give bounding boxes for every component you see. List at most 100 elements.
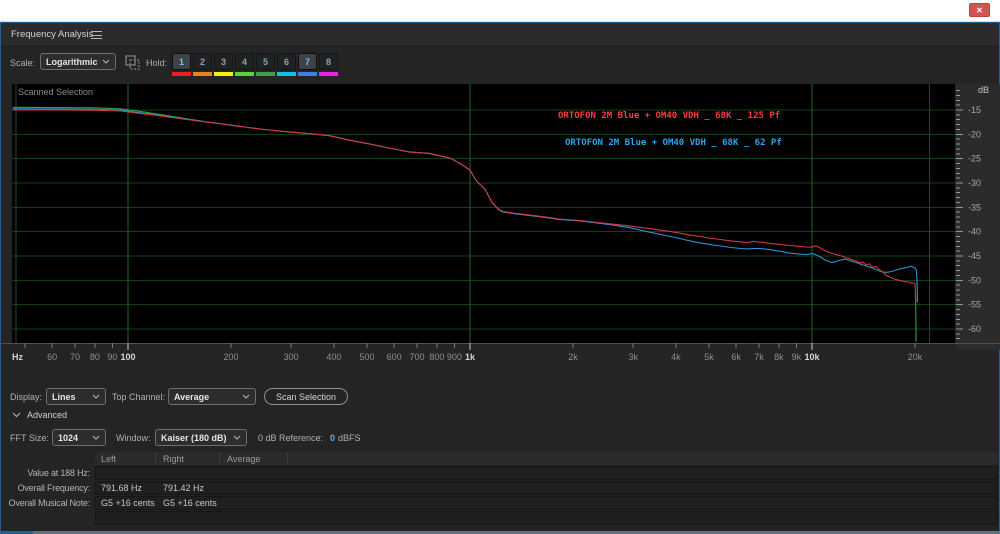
- svg-text:-20: -20: [968, 129, 981, 139]
- legend-entry-1: ORTOFON 2M Blue + OM40 VDH _ 68K _ 125 P…: [558, 111, 780, 121]
- legend-entry-2: ORTOFON 2M Blue + OM40 VDH _ 68K _ 62 Pf: [565, 138, 782, 148]
- svg-text:600: 600: [387, 352, 402, 362]
- hold-button-3[interactable]: 3: [214, 53, 233, 76]
- svg-text:1k: 1k: [465, 352, 476, 362]
- svg-text:400: 400: [326, 352, 341, 362]
- scale-label: Scale:: [10, 58, 35, 68]
- fft-size-value: 1024: [58, 433, 78, 443]
- hold-number: 6: [277, 53, 296, 70]
- svg-text:300: 300: [284, 352, 299, 362]
- hold-label: Hold:: [146, 58, 167, 68]
- close-button[interactable]: ✕: [969, 3, 990, 17]
- svg-text:-25: -25: [968, 154, 981, 164]
- window-label: Window:: [116, 433, 151, 443]
- hold-color-swatch: [256, 72, 275, 76]
- hold-number: 3: [214, 53, 233, 70]
- db-axis-ruler: dB-15-20-25-30-35-40-45-50-55-60: [956, 84, 1000, 350]
- svg-text:500: 500: [359, 352, 374, 362]
- svg-text:100: 100: [120, 352, 135, 362]
- svg-text:-50: -50: [968, 275, 981, 285]
- table-row-label: Overall Musical Note:: [0, 498, 90, 508]
- hold-button-2[interactable]: 2: [193, 53, 212, 76]
- svg-text:2k: 2k: [568, 352, 578, 362]
- display-label: Display:: [10, 392, 42, 402]
- svg-text:3k: 3k: [628, 352, 638, 362]
- svg-text:-30: -30: [968, 178, 981, 188]
- chevron-down-icon: [233, 435, 241, 440]
- scale-value: Logarithmic: [46, 57, 98, 67]
- col-header-right: Right: [163, 454, 184, 464]
- panel-menu-icon[interactable]: [91, 31, 102, 39]
- table-cell-value: 791.42 Hz: [163, 483, 204, 493]
- svg-text:7k: 7k: [754, 352, 764, 362]
- hold-number: 8: [319, 53, 338, 70]
- scanned-selection-label: Scanned Selection: [18, 87, 93, 97]
- hold-number: 5: [256, 53, 275, 70]
- top-channel-value: Average: [174, 392, 209, 402]
- svg-text:900: 900: [447, 352, 462, 362]
- svg-text:Hz: Hz: [12, 352, 23, 362]
- svg-text:dB: dB: [978, 85, 989, 95]
- svg-text:-15: -15: [968, 105, 981, 115]
- reference-label: 0 dB Reference:: [258, 433, 323, 443]
- svg-text:60: 60: [47, 352, 57, 362]
- table-row-field: [95, 466, 998, 480]
- svg-text:10k: 10k: [804, 352, 820, 362]
- copy-to-clipboard-icon[interactable]: [124, 55, 140, 70]
- hold-button-4[interactable]: 4: [235, 53, 254, 76]
- hold-number: 7: [298, 53, 317, 70]
- svg-text:70: 70: [70, 352, 80, 362]
- svg-text:700: 700: [409, 352, 424, 362]
- fft-size-label: FFT Size:: [10, 433, 49, 443]
- frequency-spectrum-chart: [12, 84, 955, 343]
- advanced-collapse-icon[interactable]: [12, 412, 21, 418]
- svg-text:90: 90: [107, 352, 117, 362]
- reference-unit: dBFS: [338, 433, 361, 443]
- hold-button-6[interactable]: 6: [277, 53, 296, 76]
- table-row-field: [95, 511, 998, 525]
- svg-text:-40: -40: [968, 227, 981, 237]
- frequency-axis-ruler: 607080901002003004005006007008009001k2k3…: [0, 343, 1000, 365]
- hold-number: 1: [172, 53, 191, 70]
- svg-text:4k: 4k: [671, 352, 681, 362]
- panel-title[interactable]: Frequency Analysis: [11, 29, 93, 40]
- hold-button-7[interactable]: 7: [298, 53, 317, 76]
- chevron-down-icon: [242, 394, 250, 399]
- table-cell-value: G5 +16 cents: [101, 498, 155, 508]
- svg-text:8k: 8k: [774, 352, 784, 362]
- svg-text:6k: 6k: [731, 352, 741, 362]
- svg-text:800: 800: [429, 352, 444, 362]
- top-channel-label: Top Channel:: [112, 392, 165, 402]
- table-row-field: [95, 481, 998, 495]
- hold-buttons-group: 12345678: [172, 53, 338, 76]
- window-dropdown[interactable]: Kaiser (180 dB): [155, 429, 247, 446]
- svg-text:200: 200: [223, 352, 238, 362]
- scale-dropdown[interactable]: Logarithmic: [40, 53, 116, 70]
- hold-color-swatch: [193, 72, 212, 76]
- top-channel-dropdown[interactable]: Average: [168, 388, 256, 405]
- display-dropdown[interactable]: Lines: [46, 388, 106, 405]
- panel-tab-bar: Frequency Analysis: [1, 23, 999, 47]
- hold-button-5[interactable]: 5: [256, 53, 275, 76]
- spectrum-plot-area[interactable]: Scanned Selection ORTOFON 2M Blue + OM40…: [12, 84, 955, 343]
- hold-button-8[interactable]: 8: [319, 53, 338, 76]
- window-value: Kaiser (180 dB): [161, 433, 227, 443]
- hold-number: 2: [193, 53, 212, 70]
- hold-number: 4: [235, 53, 254, 70]
- chevron-down-icon: [92, 394, 100, 399]
- hold-color-swatch: [235, 72, 254, 76]
- reference-value[interactable]: 0: [330, 433, 335, 443]
- svg-text:-55: -55: [968, 300, 981, 310]
- col-header-average: Average: [227, 454, 260, 464]
- svg-text:-35: -35: [968, 202, 981, 212]
- chevron-down-icon: [92, 435, 100, 440]
- hold-button-1[interactable]: 1: [172, 53, 191, 76]
- os-titlebar: [0, 0, 1000, 22]
- scan-selection-button[interactable]: Scan Selection: [264, 388, 348, 405]
- fft-size-dropdown[interactable]: 1024: [52, 429, 106, 446]
- hold-color-swatch: [214, 72, 233, 76]
- table-row-field: [95, 496, 998, 510]
- svg-text:-45: -45: [968, 251, 981, 261]
- hold-color-swatch: [277, 72, 296, 76]
- advanced-label[interactable]: Advanced: [27, 410, 67, 420]
